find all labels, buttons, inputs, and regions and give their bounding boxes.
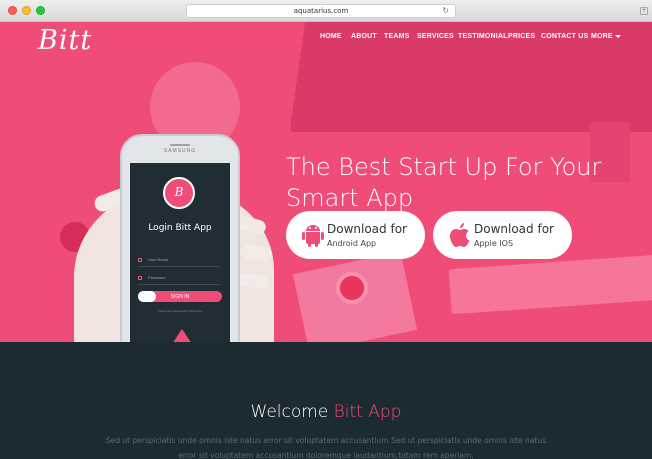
headline-line-1: The Best Start Up For Your — [286, 153, 602, 181]
forgot-password-link[interactable]: Forgot the Password? Click Here — [130, 309, 230, 313]
apple-icon — [445, 220, 475, 250]
nav-teams[interactable]: TEAMS — [384, 33, 410, 40]
login-title: Login Bitt App — [148, 223, 212, 233]
username-placeholder: User Name — [148, 257, 169, 262]
phone-speaker — [170, 144, 190, 146]
apple-button-subtitle: Apple IOS — [474, 239, 514, 248]
hero-headline: The Best Start Up For Your Smart App — [286, 152, 606, 214]
app-logo-letter: B — [174, 185, 184, 199]
nav-about[interactable]: ABOUT — [351, 33, 377, 40]
android-icon — [298, 220, 328, 250]
triangle-decoration — [170, 329, 194, 342]
phone-screen: B Login Bitt App User Name Password SIGN… — [130, 163, 230, 342]
username-field[interactable]: User Name — [138, 253, 220, 267]
background-keyboard — [448, 254, 652, 315]
lock-icon — [138, 276, 142, 280]
nav-home[interactable]: HOME — [320, 33, 342, 40]
download-android-button[interactable]: Download for Android App — [286, 211, 425, 259]
user-icon — [138, 258, 142, 262]
new-tab-button[interactable]: + — [640, 7, 648, 15]
site-logo[interactable]: Bitt — [38, 25, 92, 56]
caret-down-icon — [614, 34, 621, 38]
welcome-title-plain: Welcome — [250, 402, 329, 422]
welcome-section: Welcome Bitt App Sed ut perspiciatis und… — [0, 342, 652, 459]
download-apple-button[interactable]: Download for Apple IOS — [433, 211, 572, 259]
nav-more-label: MORE — [591, 33, 613, 40]
nav-prices[interactable]: PRICES — [508, 33, 535, 40]
welcome-title: Welcome Bitt App — [0, 402, 652, 422]
signin-button[interactable]: SIGN IN — [138, 291, 222, 302]
welcome-text-line-1: Sed ut perspiciatis unde omnis iste natu… — [105, 436, 547, 445]
signin-label: SIGN IN — [170, 293, 190, 300]
hero-section: SAMSUNG B Login Bitt App User Name Passw… — [0, 22, 652, 342]
url-text: aquatarius.com — [293, 7, 349, 15]
nav-services[interactable]: SERVICES — [417, 33, 454, 40]
android-button-subtitle: Android App — [327, 239, 377, 248]
nav-testimonial[interactable]: TESTIMONIAL — [458, 33, 508, 40]
finger-image — [237, 272, 269, 290]
headline-line-2: Smart App — [286, 184, 414, 212]
android-button-title: Download for — [327, 222, 407, 236]
background-cup — [336, 272, 368, 304]
reload-icon[interactable]: ↻ — [442, 6, 449, 15]
close-window-button[interactable] — [8, 6, 17, 15]
phone-brand: SAMSUNG — [163, 148, 197, 154]
maximize-window-button[interactable] — [36, 6, 45, 15]
nav-contact[interactable]: CONTACT US — [541, 33, 588, 40]
browser-toolbar: aquatarius.com ↻ + — [0, 0, 652, 22]
address-bar[interactable]: aquatarius.com ↻ — [186, 4, 456, 18]
welcome-text: Sed ut perspiciatis unde omnis iste natu… — [88, 433, 564, 459]
paper-plane-icon — [138, 291, 156, 302]
password-field[interactable]: Password — [138, 271, 220, 285]
welcome-title-accent: Bitt App — [333, 402, 402, 422]
apple-button-title: Download for — [474, 222, 554, 236]
phone-mockup: SAMSUNG B Login Bitt App User Name Passw… — [120, 134, 240, 342]
nav-more[interactable]: MORE — [591, 33, 621, 40]
minimize-window-button[interactable] — [22, 6, 31, 15]
password-placeholder: Password — [148, 275, 166, 280]
app-logo: B — [163, 177, 195, 209]
welcome-text-line-2: error sit voluptatem accusantium dolorem… — [178, 451, 474, 459]
